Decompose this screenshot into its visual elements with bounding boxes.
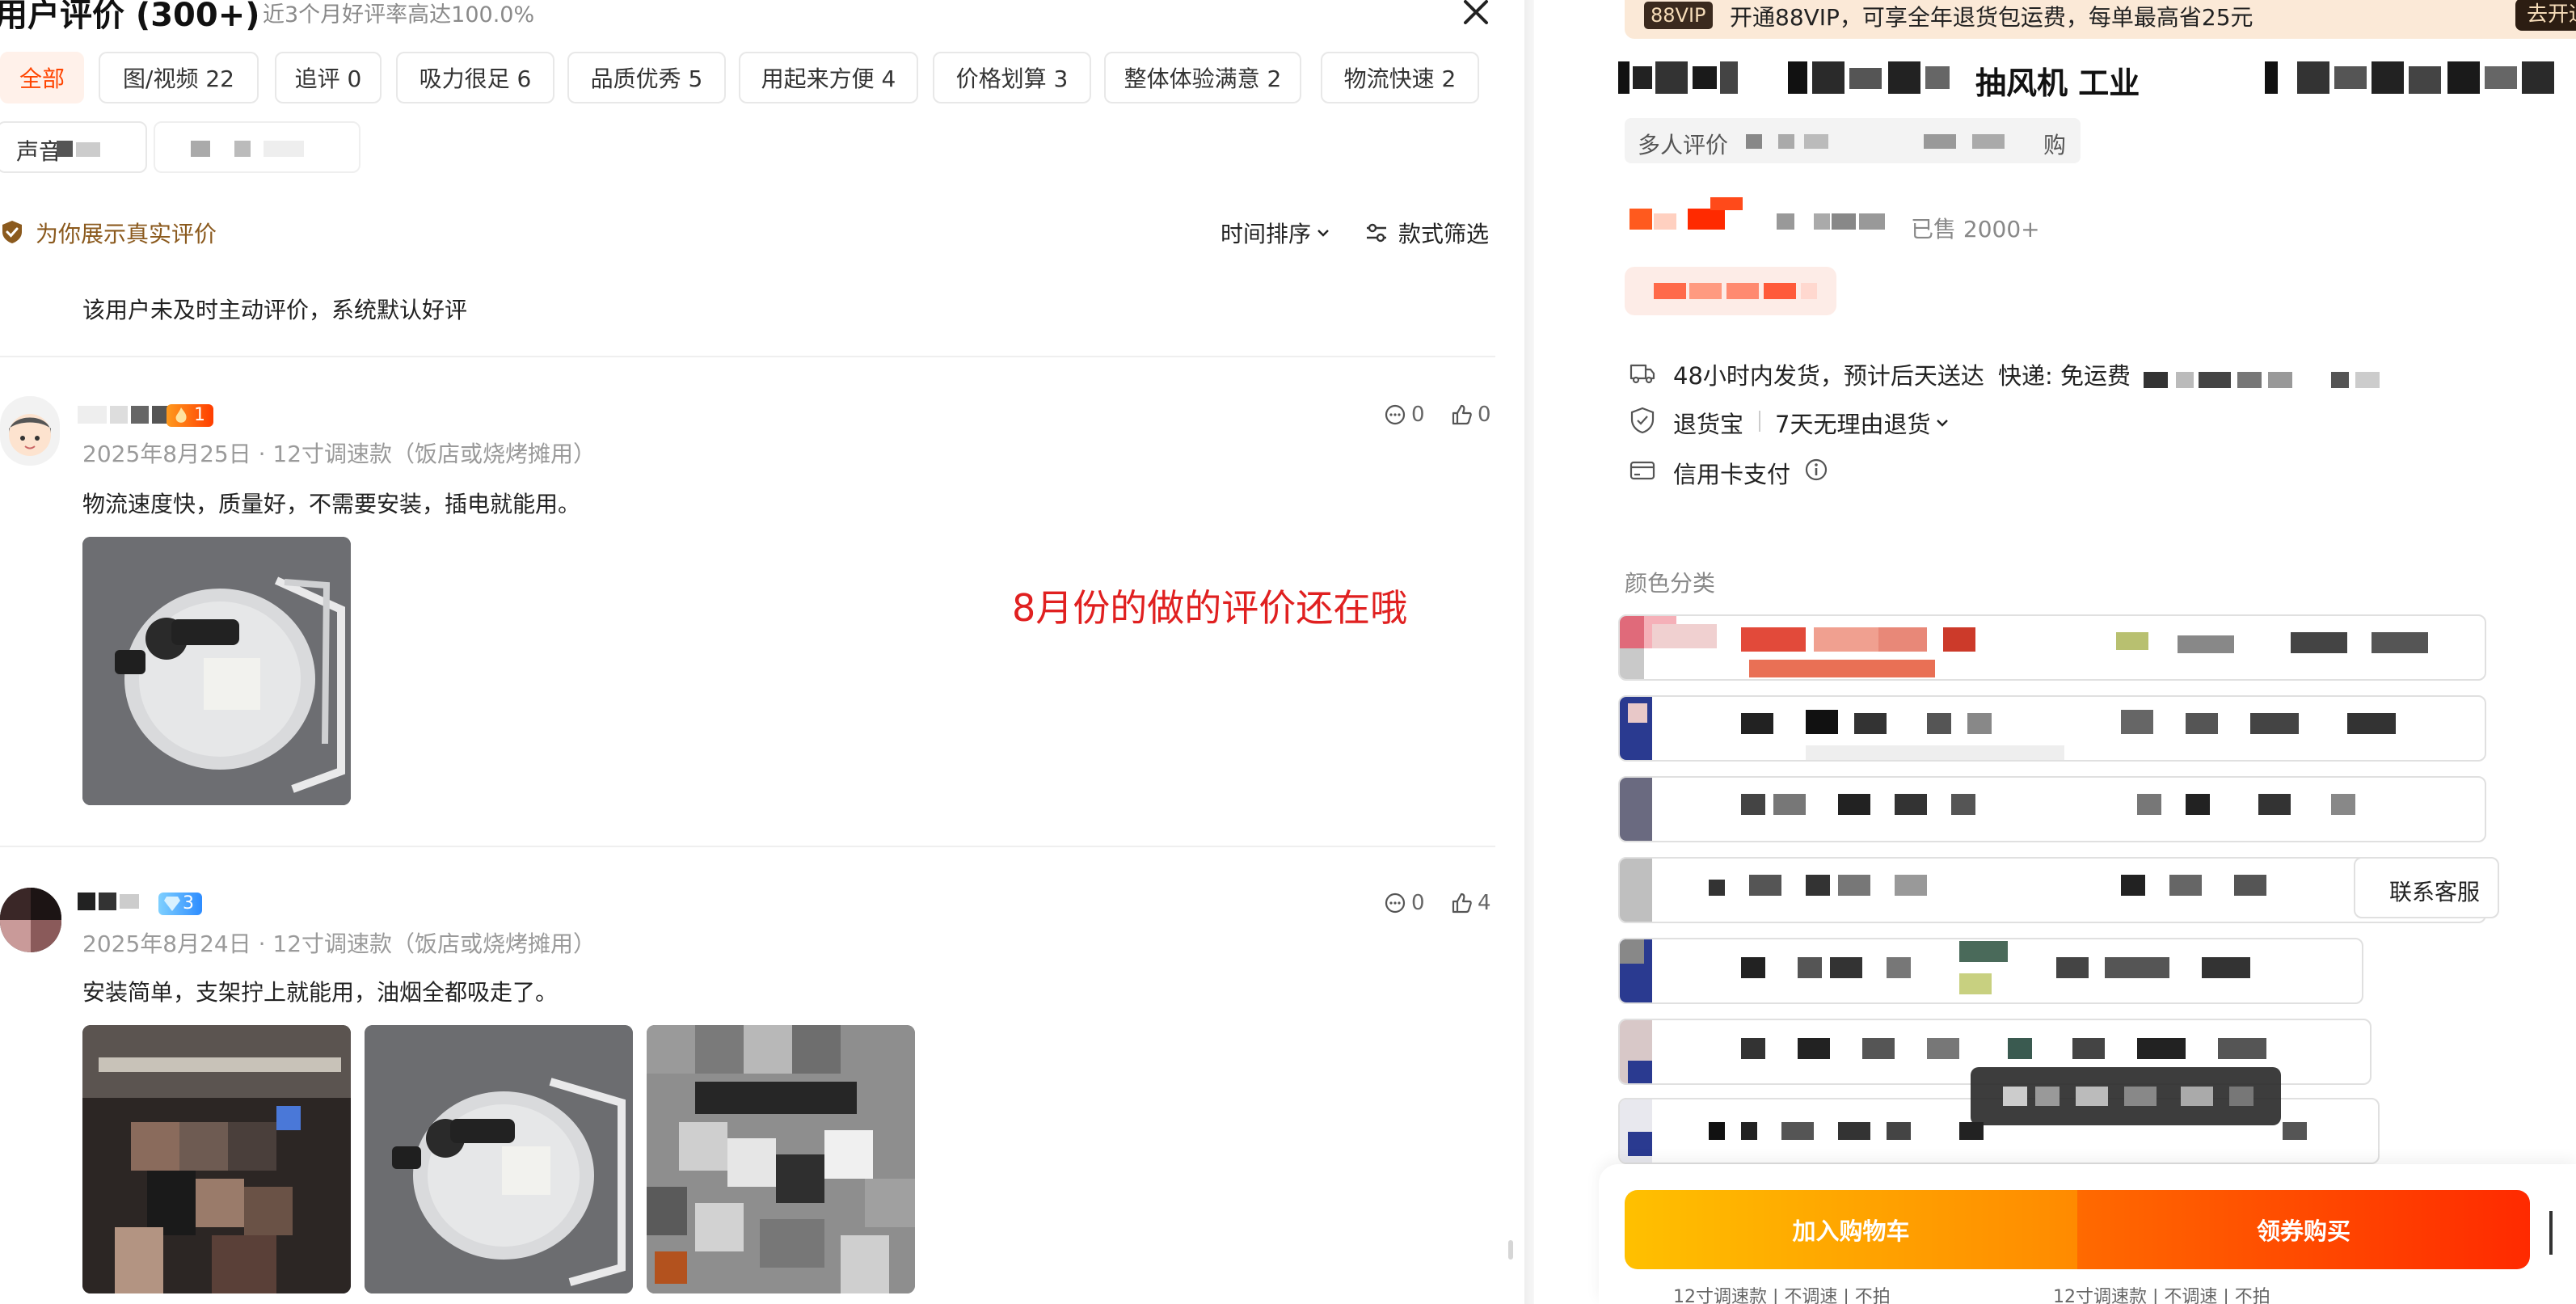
- delivery-truck-icon: [1628, 357, 1657, 386]
- like-count: 0: [1478, 403, 1491, 427]
- sort-label: 时间排序: [1221, 221, 1312, 247]
- style-filter-label: 款式筛选: [1398, 221, 1490, 247]
- info-icon[interactable]: [1804, 458, 1828, 482]
- review-text: 物流速度快，质量好，不需要安装，插电就能用。: [82, 491, 581, 517]
- vip-badge: 88VIP: [1644, 2, 1713, 29]
- review-date-variant: 2025年8月25日 · 12寸调速款（饭店或烧烤摊用）: [82, 441, 597, 467]
- comment-button[interactable]: 0: [1384, 891, 1425, 915]
- divider: [0, 356, 1495, 357]
- partial-sku-row: 12寸调速款 | 不调速 | 不拍 12寸调速款 | 不调速 | 不拍: [1625, 1282, 2530, 1304]
- product-title: 抽风机 工业: [1618, 58, 2576, 107]
- divider: [0, 846, 1495, 847]
- add-to-cart-button[interactable]: 加入购物车: [1625, 1190, 2077, 1269]
- trust-label: 为你展示真实评价: [36, 221, 217, 247]
- return-policy: 7天无理由退货: [1775, 411, 1931, 438]
- page-title: 用户评价 (300+): [0, 0, 260, 34]
- customer-service-label: 联系客服: [2389, 879, 2481, 905]
- sort-dropdown[interactable]: 时间排序: [1221, 217, 1330, 249]
- review-photo[interactable]: [82, 537, 351, 805]
- panel-divider: [1524, 0, 1534, 1304]
- express-info: 快递: 免运费: [1998, 362, 2131, 390]
- chip-satisfied[interactable]: 整体体验满意 2: [1104, 52, 1301, 103]
- style-filter-button[interactable]: 款式筛选: [1364, 217, 1489, 249]
- chip-logistics[interactable]: 物流快速 2: [1321, 52, 1479, 103]
- thumbs-up-icon: [1452, 404, 1472, 425]
- review-photo[interactable]: [365, 1025, 633, 1293]
- chevron-down-icon: [1318, 230, 1329, 237]
- like-button[interactable]: 0: [1450, 403, 1491, 427]
- shipping-info: 48小时内发货，预计后天送达: [1673, 362, 1984, 390]
- sku-section-title: 颜色分类: [1625, 570, 1716, 597]
- verified-shield-icon: [0, 220, 24, 244]
- product-title-visible: 抽风机 工业: [1975, 65, 2140, 101]
- chip-quality[interactable]: 品质优秀 5: [567, 52, 726, 103]
- sku-option[interactable]: [1618, 938, 2363, 1004]
- buy-now-button[interactable]: 领券购买: [2077, 1190, 2530, 1269]
- chip-follow-up[interactable]: 追评 0: [275, 52, 382, 103]
- review-photo[interactable]: [82, 1025, 351, 1293]
- separator: [1759, 411, 1760, 432]
- partial-sku-text-2: 12寸调速款 | 不调速 | 不拍: [2053, 1287, 2270, 1304]
- avatar[interactable]: [0, 888, 61, 952]
- annotation-text: 8月份的做的评价还在哦: [1012, 586, 1408, 630]
- like-button[interactable]: 4: [1450, 891, 1491, 915]
- default-review-text: 该用户未及时主动评价，系统默认好评: [82, 297, 468, 323]
- comment-count: 0: [1411, 891, 1425, 915]
- multi-review-suffix: 购: [2043, 132, 2067, 158]
- level-number: 3: [183, 893, 194, 914]
- chip-photo-video[interactable]: 图/视频 22: [99, 52, 259, 103]
- chip-sound[interactable]: 声音: [0, 121, 147, 173]
- bottom-action-bar: 加入购物车 领券购买 12寸调速款 | 不调速 | 不拍 12寸调速款 | 不调…: [1599, 1164, 2576, 1304]
- review-date-variant: 2025年8月24日 · 12寸调速款（饭店或烧烤摊用）: [82, 931, 597, 957]
- return-shield-icon: [1628, 406, 1657, 435]
- return-service: 退货宝: [1673, 411, 1744, 438]
- chip-sound-label: 声音: [16, 138, 62, 165]
- chip-convenient[interactable]: 用起来方便 4: [739, 52, 918, 103]
- filter-sliders-icon: [1367, 223, 1386, 243]
- comment-count: 0: [1411, 403, 1425, 427]
- comment-bubble-icon: [1385, 404, 1406, 425]
- sku-option[interactable]: [1618, 695, 2486, 762]
- product-panel: 88VIP 开通88VIP，可享全年退货包运费，每单最高省25元 去开通 抽风机…: [1534, 0, 2576, 1304]
- thumbs-up-icon: [1452, 893, 1472, 914]
- sku-option[interactable]: [1618, 614, 2486, 681]
- chip-all[interactable]: 全部: [0, 52, 84, 103]
- praise-rate: 近3个月好评率高达100.0%: [263, 2, 535, 27]
- user-level-badge: 1: [167, 404, 213, 427]
- vip-text: 开通88VIP，可享全年退货包运费，每单最高省25元: [1730, 4, 2253, 31]
- close-icon[interactable]: [1459, 0, 1493, 29]
- credit-card-icon: [1628, 456, 1657, 485]
- partial-sku-text: 12寸调速款 | 不调速 | 不拍: [1673, 1287, 1891, 1304]
- payment-method: 信用卡支付: [1673, 461, 1791, 488]
- scrollbar-thumb[interactable]: [1508, 1240, 1513, 1260]
- chip-obscured[interactable]: [154, 121, 360, 173]
- review-photo[interactable]: [647, 1025, 915, 1293]
- toast-overlay: [1971, 1067, 2281, 1125]
- review-panel: 用户评价 (300+) 近3个月好评率高达100.0% 全部 图/视频 22 追…: [0, 0, 1524, 1304]
- return-policy-dropdown[interactable]: 7天无理由退货: [1775, 406, 1950, 440]
- comment-bubble-icon: [1385, 893, 1406, 914]
- coupon-tag[interactable]: [1625, 267, 1836, 315]
- avatar[interactable]: [0, 396, 60, 466]
- comment-button[interactable]: 0: [1384, 403, 1425, 427]
- chip-price[interactable]: 价格划算 3: [933, 52, 1091, 103]
- review-text: 安装简单，支架拧上就能用，油烟全都吸走了。: [82, 979, 559, 1006]
- vip-banner[interactable]: 88VIP 开通88VIP，可享全年退货包运费，每单最高省25元 去开通: [1625, 0, 2576, 39]
- multi-review-prefix: 多人评价: [1638, 132, 1729, 158]
- flame-icon: [175, 407, 187, 423]
- chip-suction[interactable]: 吸力很足 6: [396, 52, 554, 103]
- like-count: 4: [1478, 891, 1491, 915]
- diamond-icon: [164, 897, 180, 911]
- vip-open-button[interactable]: 去开通: [2515, 0, 2576, 31]
- level-number: 1: [194, 405, 205, 425]
- sku-option[interactable]: [1618, 776, 2486, 842]
- user-level-badge: 3: [158, 893, 202, 915]
- customer-service-popup[interactable]: 联系客服: [2354, 857, 2499, 918]
- sold-count: 已售 2000+: [1911, 216, 2040, 243]
- chevron-down-icon: [1937, 420, 1949, 427]
- truncated-icon: [2549, 1211, 2553, 1255]
- multi-review-tag[interactable]: 多人评价 购: [1625, 118, 2081, 163]
